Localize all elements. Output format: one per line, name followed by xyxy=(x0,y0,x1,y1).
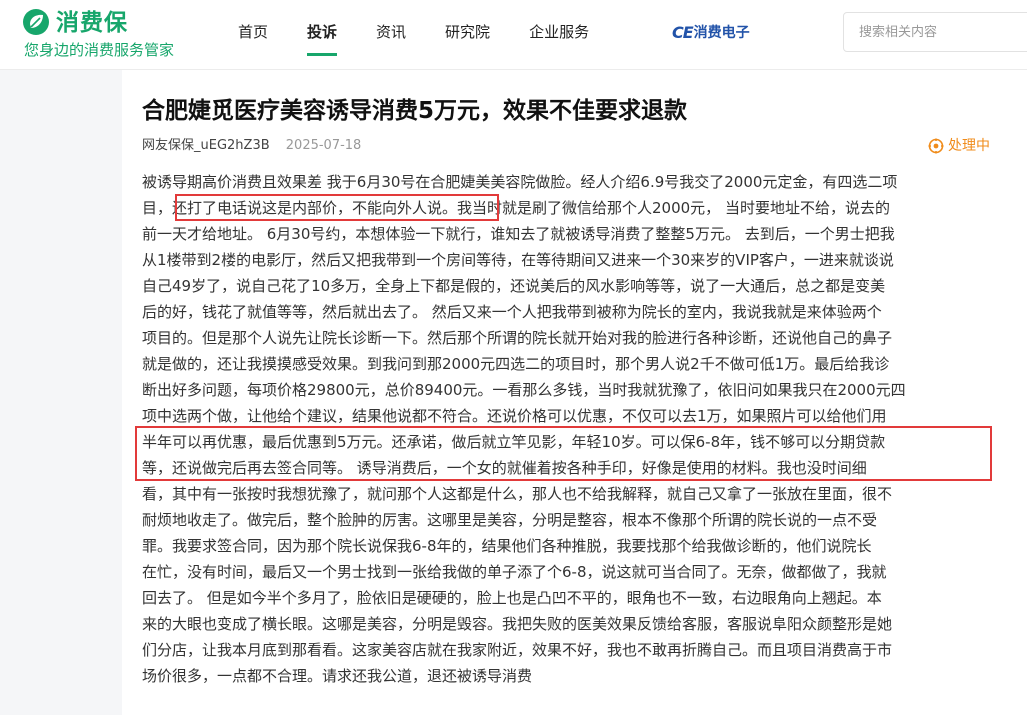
nav-brand-label: 消费电子 xyxy=(693,25,750,41)
body-line: 半年可以再优惠，最后优惠到5万元。还承诺，做后就立竿见影，年轻10岁。可以保6-… xyxy=(142,433,886,451)
body-line: 断出好多问题，每项价格29800元，总价89400元。一看那么多钱，当时我就犹豫… xyxy=(142,381,906,399)
nav-complaints[interactable]: 投诉 xyxy=(307,0,338,64)
nav-consumer-electronics[interactable]: CE 消费电子 xyxy=(672,20,750,44)
publish-date: 2025-07-18 xyxy=(285,138,362,153)
nav-news[interactable]: 资讯 xyxy=(376,0,406,64)
search-input[interactable] xyxy=(844,13,1027,51)
complaint-meta: 网友保保_uEG2hZ3B 2025-07-18 xyxy=(142,137,361,155)
brand-slogan: 您身边的消费服务管家 xyxy=(24,41,175,59)
complaint-title: 合肥婕觅医疗美容诱导消费5万元，效果不佳要求退款 xyxy=(142,98,688,124)
brand-name: 消费保 xyxy=(56,10,128,36)
top-header: 消费保 您身边的消费服务管家 首页 投诉 资讯 研究院 企业服务 CE 消费电子 xyxy=(0,0,1027,70)
body-line: 从1楼带到2楼的电影厅，然后又把我带到一个房间等待，在等待期间又进来一个30来岁… xyxy=(142,251,894,269)
body-line: 前一天才给地址。 6月30号约，本想体验一下就行，谁知去了就被诱导消费了整整5万… xyxy=(142,225,895,243)
nav-enterprise[interactable]: 企业服务 xyxy=(529,0,589,64)
body-line: 项中选两个做，让他给个建议，结果他说都不符合。还说价格可以优惠，不仅可以去1万，… xyxy=(142,407,887,425)
body-line: 就是做的，还让我摸摸感受效果。到我问到那2000元四选二的项目时，那个男人说2千… xyxy=(142,355,890,373)
nav-research[interactable]: 研究院 xyxy=(445,0,490,64)
nav-home[interactable]: 首页 xyxy=(238,0,268,64)
body-line: 罪。我要求签合同，因为那个院长说保我6-8年的，结果他们各种推脱，我要找那个给我… xyxy=(142,537,872,555)
status-label: 处理中 xyxy=(948,138,990,154)
body-line: 看，其中有一张按时我想犹豫了，就问那个人这都是什么，那人也不给我解释，就自己又拿… xyxy=(142,485,893,503)
body-line: 耐烦地收走了。做完后，整个脸肿的厉害。这哪里是美容，分明是整容，根本不像那个所谓… xyxy=(142,511,878,529)
body-line: 来的大眼也变成了横长眼。这哪是美容，分明是毁容。我把失败的医美效果反馈给客服，客… xyxy=(142,615,893,633)
main-nav: 首页 投诉 资讯 研究院 企业服务 xyxy=(238,0,628,70)
body-line: 在忙，没有时间，最后又一个男士找到一张给我做的单子添了个6-8，说这就可当合同了… xyxy=(142,563,887,581)
site-logo[interactable]: 消费保 您身边的消费服务管家 xyxy=(22,6,202,64)
body-line: 回去了。 但是如今半个多月了，脸依旧是硬硬的，脸上也是凸凹不平的，眼角也不一致，… xyxy=(142,589,882,607)
body-line: 目，还打了电话说这是内部价，不能向外人说。我当时就是刷了微信给那个人2000元，… xyxy=(142,199,890,217)
body-line: 项目的。但是那个人说先让院长诊断一下。然后那个所谓的院长就开始对我的脸进行各种诊… xyxy=(142,329,893,347)
body-line: 等，还说做完后再去签合同等。 诱导消费后，一个女的就催着按各种手印，好像是使用的… xyxy=(142,459,867,477)
status-badge: 处理中 xyxy=(928,136,990,156)
body-line: 被诱导期高价消费且效果差 我于6月30号在合肥婕美美容院做脸。经人介绍6.9号我… xyxy=(142,173,898,191)
complaint-body: 被诱导期高价消费且效果差 我于6月30号在合肥婕美美容院做脸。经人介绍6.9号我… xyxy=(142,169,997,689)
author-name[interactable]: 网友保保_uEG2hZ3B xyxy=(142,138,270,153)
complaint-card: 合肥婕觅医疗美容诱导消费5万元，效果不佳要求退款 网友保保_uEG2hZ3B 2… xyxy=(122,70,1027,715)
body-line: 们分店，让我本月底到那看看。这家美容店就在我家附近，效果不好，我也不敢再折腾自己… xyxy=(142,641,893,659)
ce-logo-mark: CE xyxy=(672,22,694,42)
body-line: 自己49岁了，说自己花了10多万，全身上下都是假的，还说美后的风水影响等等，说了… xyxy=(142,277,886,295)
body-line: 后的好，钱花了就值等等，然后就出去了。 然后又来一个人把我带到被称为院长的室内，… xyxy=(142,303,882,321)
processing-icon xyxy=(928,138,944,154)
search-box[interactable] xyxy=(843,12,1027,52)
body-line: 场价很多，一点都不合理。请求还我公道，退还被诱导消费 xyxy=(142,667,533,685)
logo-leaf-icon xyxy=(23,9,49,35)
